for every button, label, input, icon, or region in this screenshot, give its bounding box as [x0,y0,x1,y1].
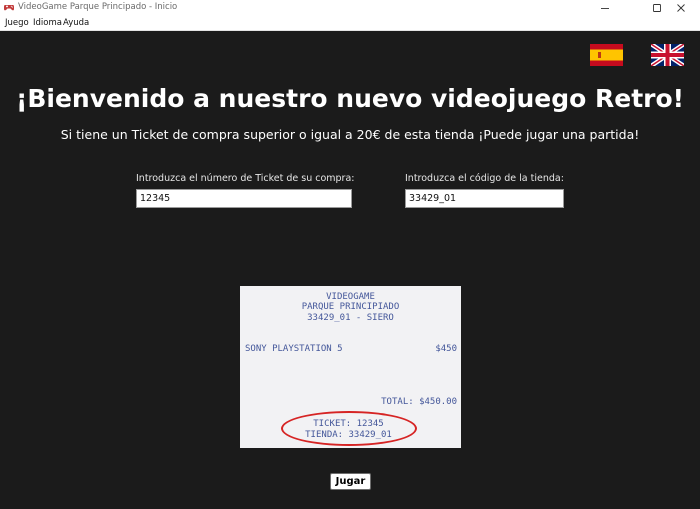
receipt-item-price: $450 [435,344,457,354]
menu-ayuda[interactable]: Ayuda [63,18,89,29]
menu-idioma[interactable]: Idioma [33,18,62,29]
spanish-flag-icon[interactable] [590,44,623,66]
menu-bar: Juego Idioma Ayuda [0,15,700,31]
minimize-icon [601,7,609,9]
window-title: VideoGame Parque Principado - Inicio [18,2,178,12]
page-subtitle: Si tiene un Ticket de compra superior o … [60,127,640,142]
menu-juego[interactable]: Juego [5,18,29,29]
title-bar: VideoGame Parque Principado - Inicio [0,0,700,15]
uk-flag-icon[interactable] [651,44,684,66]
minimize-button[interactable] [586,0,624,15]
receipt-header-store: 33429_01 - SIERO [307,313,394,323]
highlight-ellipse [281,411,417,446]
receipt-total: TOTAL: $450.00 [381,397,457,407]
receipt-header-location: PARQUE PRINCIPIADO [301,302,400,312]
maximize-icon [653,3,661,12]
store-code-input[interactable] [405,189,564,208]
page-title: ¡Bienvenido a nuestro nuevo videojuego R… [15,84,685,113]
ticket-number-label: Introduzca el número de Ticket de su com… [136,173,355,184]
ticket-number-input[interactable] [136,189,352,208]
receipt-image: VIDEOGAME PARQUE PRINCIPIADO 33429_01 - … [240,286,461,448]
receipt-item-name: SONY PLAYSTATION 5 [245,344,343,354]
store-code-label: Introduzca el código de la tienda: [405,173,564,184]
close-button[interactable] [662,0,700,15]
close-icon [677,3,685,12]
play-button[interactable]: Jugar [330,473,371,490]
gamepad-icon [4,5,14,11]
